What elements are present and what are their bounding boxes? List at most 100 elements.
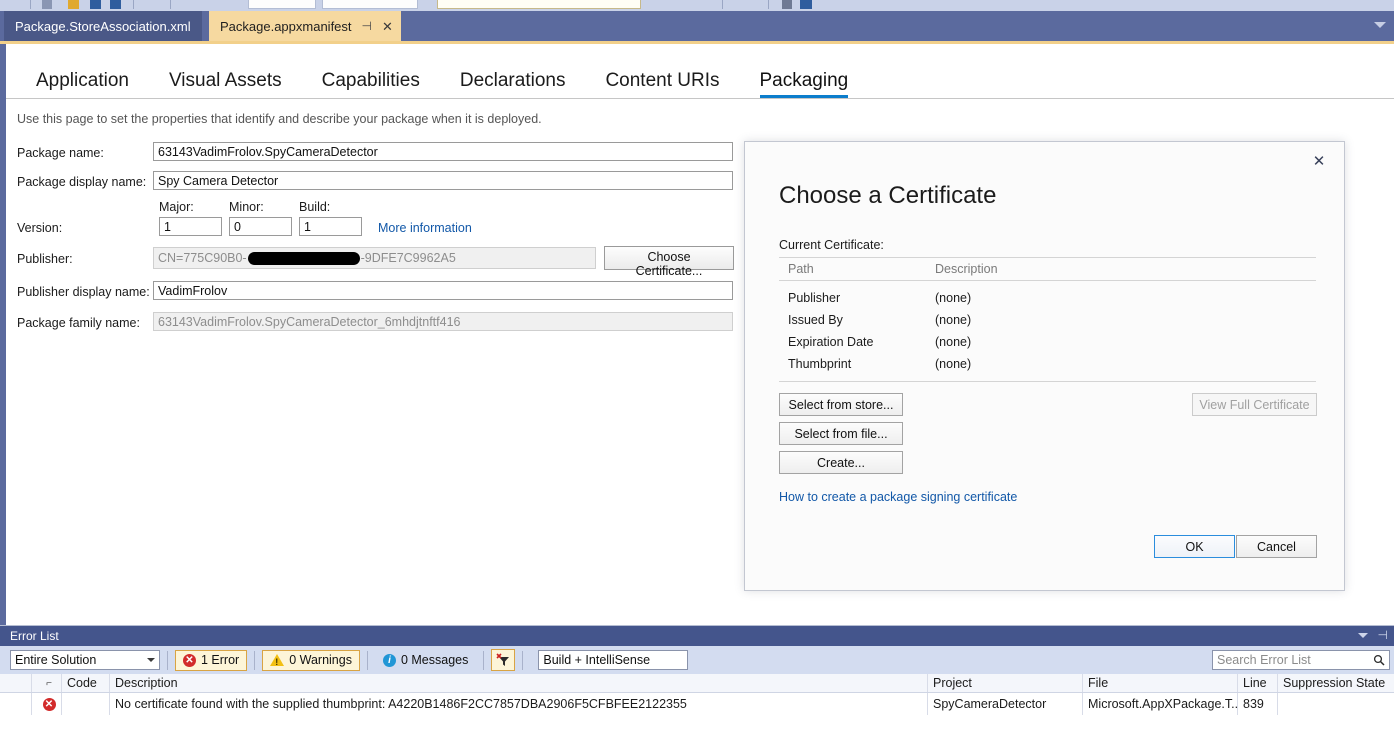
toolbar-separator — [254, 650, 256, 670]
messages-filter-label: 0 Messages — [400, 653, 469, 667]
warnings-filter-label: 0 Warnings — [289, 653, 352, 667]
designer-nav-tabs: Application Visual Assets Capabilities D… — [16, 62, 868, 98]
version-major-input[interactable] — [159, 217, 222, 236]
tab-declarations[interactable]: Declarations — [440, 70, 586, 98]
dialog-title: Choose a Certificate — [779, 182, 997, 209]
messages-filter-toggle[interactable]: i 0 Messages — [375, 650, 476, 671]
publisher-value: CN=775C90B0- -9DFE7C9962A5 — [153, 247, 596, 269]
save-icon — [42, 0, 52, 9]
cell-path: Issued By — [788, 313, 843, 327]
tab-capabilities[interactable]: Capabilities — [302, 70, 440, 98]
column-header-description[interactable]: Description — [110, 674, 928, 692]
clear-filter-icon[interactable] — [491, 649, 516, 671]
more-information-link[interactable]: More information — [378, 221, 472, 235]
view-full-certificate-button: View Full Certificate — [1192, 393, 1317, 416]
package-family-name-label: Package family name: — [17, 316, 140, 330]
tab-application[interactable]: Application — [16, 70, 149, 98]
row-line-cell: 839 — [1238, 693, 1278, 715]
pin-icon[interactable]: ⊣ — [362, 20, 372, 32]
package-name-label: Package name: — [17, 146, 104, 160]
package-display-name-input[interactable] — [153, 171, 733, 190]
choose-certificate-dialog: ✕ Choose a Certificate Current Certifica… — [744, 141, 1345, 591]
info-icon: i — [382, 653, 396, 667]
config-combo[interactable] — [248, 0, 316, 9]
select-from-file-button[interactable]: Select from file... — [779, 422, 903, 445]
build-caption: Build: — [299, 200, 331, 214]
document-tabstrip: Package.StoreAssociation.xml Package.app… — [0, 11, 1394, 41]
tab-label: Declarations — [459, 70, 566, 91]
error-icon: ✕ — [183, 653, 196, 667]
select-from-store-button[interactable]: Select from store... — [779, 393, 903, 416]
window-layout-icon[interactable] — [800, 0, 812, 9]
document-tab-label: Package.appxmanifest — [220, 18, 352, 34]
row-suppression-state-cell — [1278, 693, 1394, 715]
cell-path: Thumbprint — [788, 357, 852, 371]
error-list-titlebar: Error List ⊣ — [0, 626, 1394, 646]
package-name-input[interactable] — [153, 142, 733, 161]
platform-combo[interactable] — [322, 0, 418, 9]
tab-label: Visual Assets — [168, 70, 282, 91]
column-header-suppression-state[interactable]: Suppression State — [1278, 674, 1394, 692]
version-build-input[interactable] — [299, 217, 362, 236]
how-to-create-certificate-link[interactable]: How to create a package signing certific… — [779, 490, 1017, 504]
errors-filter-toggle[interactable]: ✕ 1 Error — [175, 649, 248, 671]
column-header-file[interactable]: File — [1083, 674, 1238, 692]
row-project-cell: SpyCameraDetector — [928, 693, 1083, 715]
row-file-cell: Microsoft.AppXPackage.T... — [1083, 693, 1238, 715]
redo-icon — [110, 0, 121, 9]
close-icon[interactable]: ✕ — [382, 20, 393, 33]
packaging-form: Package name: Package display name: Majo… — [6, 142, 746, 341]
error-list-toolbar: Entire Solution ✕ 1 Error 0 Warnings i 0… — [0, 646, 1394, 674]
column-header-select[interactable] — [0, 674, 32, 692]
table-header-row: Path Description — [779, 257, 1316, 281]
tab-label: Content URIs — [605, 70, 720, 91]
cancel-button[interactable]: Cancel — [1236, 535, 1317, 558]
table-row: Issued By (none) — [779, 309, 1316, 331]
warning-icon — [270, 654, 285, 667]
publisher-display-name-label: Publisher display name: — [17, 285, 150, 299]
chevron-down-icon[interactable] — [1357, 632, 1368, 638]
choose-certificate-button[interactable]: Choose Certificate... — [604, 246, 734, 278]
table-row: Thumbprint (none) — [779, 353, 1316, 375]
create-button[interactable]: Create... — [779, 451, 903, 474]
certificate-table: Path Description Publisher (none) Issued… — [779, 257, 1316, 382]
tab-label: Packaging — [759, 70, 849, 91]
search-error-list-box[interactable]: Search Error List — [1212, 650, 1390, 670]
cell-description: (none) — [935, 291, 972, 305]
error-list-grid: ⌐ Code Description Project File Line Sup… — [0, 674, 1394, 756]
major-caption: Major: — [159, 200, 194, 214]
tab-content-uris[interactable]: Content URIs — [585, 70, 739, 98]
version-minor-input[interactable] — [229, 217, 292, 236]
build-filter-combo[interactable]: Build + IntelliSense — [538, 650, 689, 670]
cell-description: (none) — [935, 335, 972, 349]
warnings-filter-toggle[interactable]: 0 Warnings — [262, 649, 360, 671]
pin-icon[interactable]: ⊣ — [1378, 628, 1388, 642]
nav-divider — [6, 98, 1394, 99]
document-tab-store-association[interactable]: Package.StoreAssociation.xml — [4, 11, 202, 41]
ok-button[interactable]: OK — [1154, 535, 1235, 558]
table-row[interactable]: ✕ No certificate found with the supplied… — [0, 693, 1394, 715]
toolbar-separator — [167, 650, 168, 670]
tab-visual-assets[interactable]: Visual Assets — [149, 70, 302, 98]
close-icon[interactable]: ✕ — [1306, 150, 1332, 172]
folder-icon — [68, 0, 79, 9]
column-header-project[interactable]: Project — [928, 674, 1083, 692]
scope-combo[interactable]: Entire Solution — [10, 650, 160, 670]
toolbar-sliver — [0, 0, 1394, 11]
column-header-severity[interactable]: ⌐ — [32, 674, 62, 692]
search-placeholder: Search Error List — [1217, 653, 1311, 667]
document-tab-appxmanifest[interactable]: Package.appxmanifest ⊣ ✕ — [209, 11, 401, 41]
table-row: Expiration Date (none) — [779, 331, 1316, 353]
scope-combo-value: Entire Solution — [15, 653, 97, 667]
column-header-code[interactable]: Code — [62, 674, 110, 692]
publisher-value-prefix: CN=775C90B0- — [158, 251, 247, 265]
column-header-line[interactable]: Line — [1238, 674, 1278, 692]
start-debug-combo[interactable] — [437, 0, 641, 9]
overflow-icon[interactable] — [782, 0, 792, 9]
publisher-display-name-input[interactable] — [153, 281, 733, 300]
undo-icon — [90, 0, 101, 9]
chevron-down-icon[interactable] — [1374, 22, 1386, 28]
tab-packaging[interactable]: Packaging — [740, 70, 869, 98]
publisher-label: Publisher: — [17, 252, 73, 266]
error-list-header-row: ⌐ Code Description Project File Line Sup… — [0, 674, 1394, 693]
